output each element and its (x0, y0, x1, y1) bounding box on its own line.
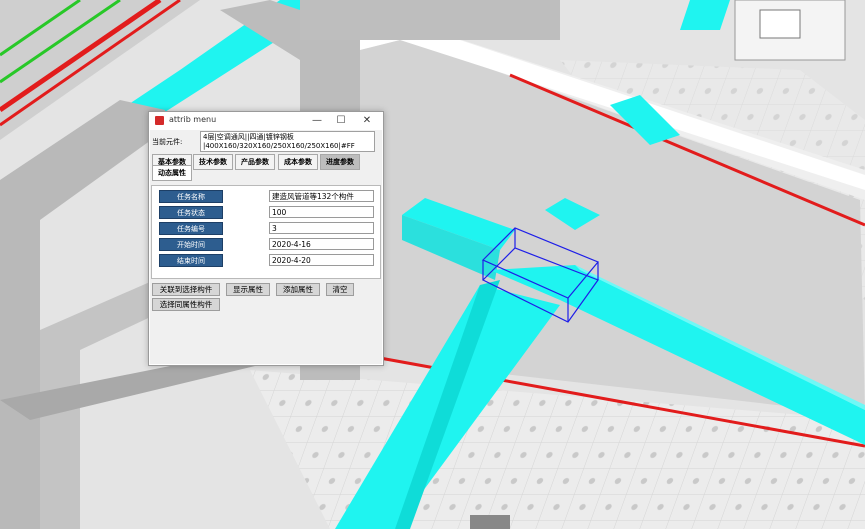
tab-tech-params[interactable]: 技术参数 (193, 154, 233, 170)
current-element-line1: 4层|空调通风||四通|镀锌钢板 (203, 133, 294, 141)
add-prop-button[interactable]: 添加属性 (276, 283, 320, 296)
window-title: attrib menu (169, 115, 217, 124)
task-status-input[interactable]: 100 (269, 206, 374, 218)
end-time-input[interactable]: 2020-4-20 (269, 254, 374, 266)
minimize-button[interactable]: — (307, 113, 327, 129)
attrib-menu-window: attrib menu — ☐ ✕ 当前元件: 4层|空调通风||四通|镀锌钢板… (148, 111, 384, 366)
fixture (470, 515, 510, 529)
tab-product-params[interactable]: 产品参数 (235, 154, 275, 170)
title-bar[interactable]: attrib menu — ☐ ✕ (149, 112, 383, 130)
field-label-start-time: 开始时间 (159, 238, 223, 251)
3d-model-viewport[interactable] (0, 0, 865, 529)
field-label-task-name: 任务名称 (159, 190, 223, 203)
field-label-end-time: 结束时间 (159, 254, 223, 267)
close-button[interactable]: ✕ (357, 113, 377, 129)
tab-dynamic-props[interactable]: 动态属性 (152, 165, 192, 181)
schedule-params-panel: 任务名称 建造风管道等132个构件 任务状态 100 任务编号 3 开始时间 2… (151, 185, 381, 279)
task-name-input[interactable]: 建造风管道等132个构件 (269, 190, 374, 202)
task-id-input[interactable]: 3 (269, 222, 374, 234)
field-label-task-id: 任务编号 (159, 222, 223, 235)
current-element-label: 当前元件: (152, 138, 183, 146)
wall (300, 0, 560, 40)
start-time-input[interactable]: 2020-4-16 (269, 238, 374, 250)
maximize-button[interactable]: ☐ (331, 113, 351, 129)
tab-cost-params[interactable]: 成本参数 (278, 154, 318, 170)
clear-button[interactable]: 清空 (326, 283, 354, 296)
field-label-task-status: 任务状态 (159, 206, 223, 219)
equipment (759, 9, 801, 39)
select-same-props-button[interactable]: 选择同属性构件 (152, 298, 220, 311)
show-props-button[interactable]: 显示属性 (226, 283, 270, 296)
current-element-value: 4层|空调通风||四通|镀锌钢板 |400X160/320X160/250X16… (200, 131, 375, 152)
link-to-selected-button[interactable]: 关联到选择构件 (152, 283, 220, 296)
sketchup-app-icon (155, 116, 164, 125)
tab-schedule-params[interactable]: 进度参数 (320, 154, 360, 170)
dialog-client: 当前元件: 4层|空调通风||四通|镀锌钢板 |400X160/320X160/… (150, 130, 382, 364)
current-element-line2: |400X160/320X160/250X160/250X160|#FF (203, 142, 355, 150)
